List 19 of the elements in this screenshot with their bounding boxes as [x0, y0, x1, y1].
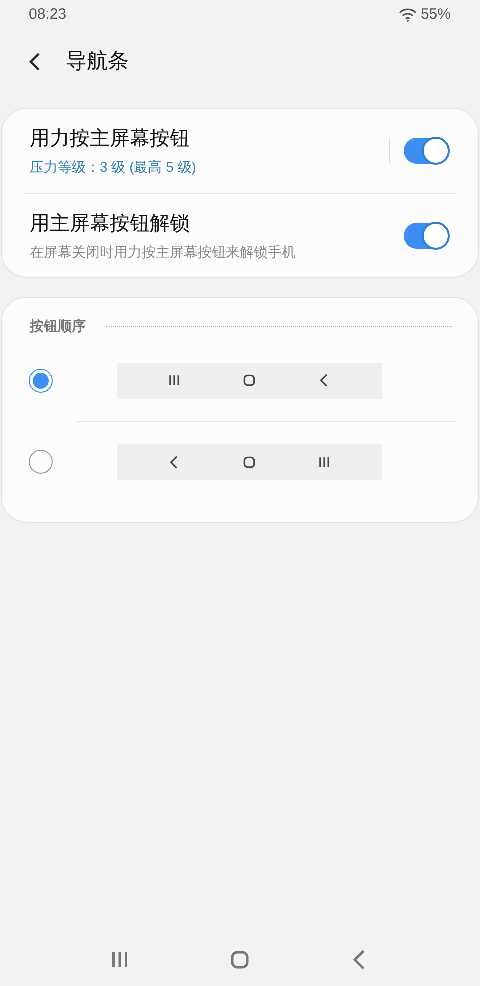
- home-icon: [243, 456, 256, 468]
- recents-icon: [318, 456, 331, 468]
- setting-description: 压力等级：3 级 (最高 5 级): [30, 158, 198, 177]
- section-heading: 按钮顺序: [30, 316, 86, 336]
- status-time: 08:23: [29, 4, 67, 25]
- radio-button[interactable]: [29, 368, 53, 392]
- recents-icon[interactable]: [110, 950, 130, 970]
- home-icon: [243, 374, 256, 387]
- setting-title: 用主屏幕按钮解锁: [30, 212, 191, 236]
- setting-description: 在屏幕关闭时用力按主屏幕按钮来解锁手机: [30, 242, 297, 262]
- battery-percent: 55%: [420, 4, 451, 25]
- radio-button[interactable]: [29, 450, 53, 474]
- toggle-switch[interactable]: [404, 138, 448, 164]
- recents-icon: [168, 374, 181, 387]
- setting-title: 用力按主屏幕按钮: [30, 127, 191, 152]
- home-icon[interactable]: [230, 950, 250, 970]
- wifi-icon: [398, 8, 417, 22]
- page-title: 导航条: [66, 49, 129, 76]
- toggle-switch[interactable]: [404, 222, 448, 248]
